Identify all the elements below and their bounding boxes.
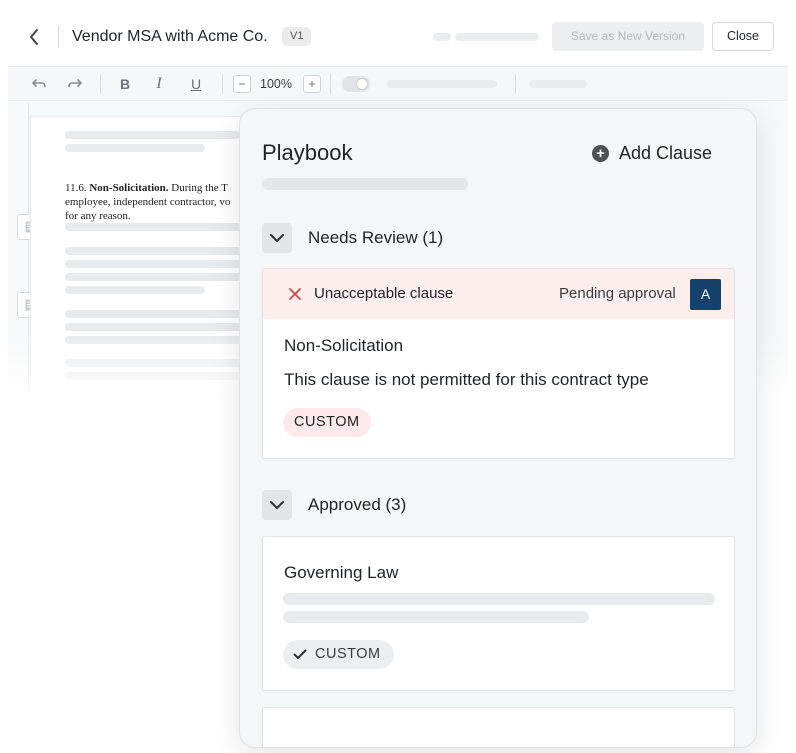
save-as-new-version-button[interactable]: Save as New Version bbox=[552, 22, 704, 51]
zoom-in-button[interactable]: + bbox=[303, 75, 321, 93]
redo-icon bbox=[68, 79, 82, 88]
panel-subtitle-placeholder bbox=[262, 178, 468, 190]
text-placeholder bbox=[65, 144, 205, 152]
text-placeholder bbox=[65, 223, 255, 231]
tag-label: CUSTOM bbox=[315, 646, 381, 662]
dismiss-alert-button[interactable] bbox=[285, 284, 305, 304]
view-toggle[interactable] bbox=[342, 76, 370, 92]
chevron-down-icon bbox=[270, 234, 284, 242]
avatar[interactable]: A bbox=[690, 279, 721, 310]
alert-label: Unacceptable clause bbox=[314, 285, 454, 302]
clause-title: Governing Law bbox=[284, 563, 399, 582]
editor-header: Vendor MSA with Acme Co. V1 Save as New … bbox=[8, 10, 788, 64]
close-icon bbox=[289, 288, 301, 300]
document-title: Vendor MSA with Acme Co. bbox=[72, 28, 268, 45]
toolbar-separator bbox=[100, 74, 101, 94]
chevron-left-icon bbox=[30, 29, 38, 45]
text-placeholder bbox=[65, 273, 255, 281]
text-placeholder bbox=[65, 260, 255, 268]
clause-title: Non-Solicitation bbox=[284, 336, 404, 355]
back-button[interactable] bbox=[22, 24, 46, 50]
description-placeholder bbox=[283, 611, 589, 623]
toolbar-placeholder-bar bbox=[387, 80, 497, 88]
chevron-down-icon bbox=[270, 501, 284, 509]
group-header-approved[interactable]: Approved (3) bbox=[262, 490, 406, 520]
text-placeholder bbox=[65, 247, 255, 255]
underline-button[interactable]: U bbox=[185, 74, 207, 94]
collapse-toggle[interactable] bbox=[262, 490, 292, 520]
text-placeholder bbox=[65, 286, 205, 294]
playbook-panel: Playbook + Add Clause Needs Review (1) U… bbox=[239, 108, 757, 748]
undo-button[interactable] bbox=[28, 74, 50, 94]
zoom-out-button[interactable]: − bbox=[233, 75, 251, 93]
custom-tag: CUSTOM bbox=[283, 408, 371, 437]
header-divider bbox=[58, 26, 59, 48]
clause-line: During the T bbox=[171, 182, 228, 194]
clause-alert-bar: Unacceptable clause Pending approval A bbox=[263, 269, 734, 319]
custom-tag: CUSTOM bbox=[283, 640, 394, 669]
bold-button[interactable]: B bbox=[114, 74, 136, 94]
clause-heading: Non-Solicitation. bbox=[89, 182, 169, 194]
check-icon bbox=[293, 649, 307, 659]
clause-card-next[interactable] bbox=[262, 707, 735, 747]
add-clause-label: Add Clause bbox=[619, 142, 713, 163]
toolbar-separator bbox=[330, 74, 331, 94]
redo-button[interactable] bbox=[64, 74, 86, 94]
header-placeholder-dot bbox=[433, 33, 451, 41]
clause-line: for any reason. bbox=[65, 210, 131, 222]
clause-description: This clause is not permitted for this co… bbox=[284, 370, 649, 389]
toolbar-placeholder-bar bbox=[529, 80, 587, 88]
formatting-toolbar: B I U − 100% + bbox=[8, 66, 788, 101]
group-label: Needs Review (1) bbox=[308, 228, 444, 247]
close-button[interactable]: Close bbox=[712, 22, 774, 51]
zoom-level: 100% bbox=[260, 77, 292, 91]
toolbar-separator bbox=[515, 74, 516, 94]
header-placeholder-bar bbox=[455, 33, 539, 41]
undo-icon bbox=[32, 79, 46, 88]
text-placeholder bbox=[65, 310, 255, 318]
clause-number: 11.6. bbox=[65, 182, 87, 194]
version-badge: V1 bbox=[282, 27, 312, 46]
toolbar-separator bbox=[222, 74, 223, 94]
clause-card-non-solicitation[interactable]: Unacceptable clause Pending approval A N… bbox=[262, 268, 735, 459]
clause-card-governing-law[interactable]: Governing Law CUSTOM bbox=[262, 536, 735, 691]
plus-circle-icon: + bbox=[592, 144, 609, 162]
panel-title: Playbook bbox=[262, 140, 353, 165]
group-header-needs-review[interactable]: Needs Review (1) bbox=[262, 223, 443, 253]
add-clause-button[interactable]: + Add Clause bbox=[592, 141, 712, 165]
clause-text: 11.6. Non-Solicitation. During the T emp… bbox=[65, 181, 265, 223]
text-placeholder bbox=[65, 131, 240, 139]
group-label: Approved (3) bbox=[308, 495, 407, 514]
clause-line: employee, independent contractor, vo bbox=[65, 196, 231, 208]
description-placeholder bbox=[283, 593, 715, 605]
italic-button[interactable]: I bbox=[148, 74, 170, 94]
collapse-toggle[interactable] bbox=[262, 223, 292, 253]
status-text: Pending approval bbox=[559, 285, 676, 302]
